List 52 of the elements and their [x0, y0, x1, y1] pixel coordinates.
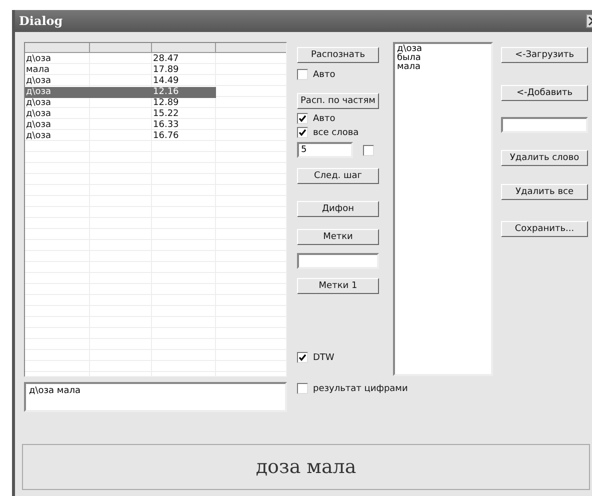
action-button[interactable]: Метки 1	[297, 278, 379, 294]
table-cell[interactable]: д\оза	[25, 120, 90, 131]
column-header[interactable]	[25, 43, 90, 53]
action-button[interactable]: <-Загрузить	[501, 47, 588, 63]
table-cell[interactable]: д\оза	[25, 131, 90, 142]
checkbox[interactable]	[297, 113, 308, 124]
action-button[interactable]: Метки	[297, 229, 379, 245]
result-field[interactable]: д\оза мала	[24, 382, 287, 412]
action-button[interactable]: <-Добавить	[501, 85, 588, 101]
list-item[interactable]: мала	[397, 63, 489, 72]
table-cell[interactable]: 16.33	[152, 120, 216, 131]
checkbox-label: все слова	[313, 128, 359, 138]
checkbox[interactable]	[297, 352, 308, 363]
checkbox-label: DTW	[313, 352, 334, 362]
action-button[interactable]: Распознать	[297, 47, 379, 63]
checkbox-label: результат цифрами	[313, 384, 408, 394]
table-cell[interactable]: д\оза	[25, 109, 90, 120]
checkbox-label: Авто	[313, 70, 336, 80]
action-button[interactable]: Дифон	[297, 201, 379, 217]
table-cell[interactable]: 14.49	[152, 76, 216, 87]
action-button[interactable]: След. шаг	[297, 168, 379, 184]
action-button[interactable]: Удалить все	[501, 184, 588, 200]
column-header[interactable]	[152, 43, 216, 53]
table-cell[interactable]: 12.89	[152, 98, 216, 109]
window-title: Dialog	[19, 14, 63, 28]
column-header[interactable]	[90, 43, 152, 53]
checkbox[interactable]	[297, 383, 308, 394]
table-cell[interactable]: д\оза	[25, 54, 90, 65]
table-cell[interactable]: д\оза	[25, 87, 90, 98]
table-cell[interactable]: д\оза	[25, 76, 90, 87]
action-button[interactable]: Расп. по частям	[297, 93, 379, 109]
column-header[interactable]	[216, 43, 286, 53]
list-item[interactable]: д\оза	[397, 45, 489, 54]
table-cell[interactable]: 15.22	[152, 109, 216, 120]
check-icon	[299, 354, 306, 361]
checkbox[interactable]	[297, 127, 308, 138]
text-field[interactable]	[501, 117, 588, 133]
action-button[interactable]: Удалить слово	[501, 150, 588, 166]
recognized-text: доза мала	[256, 456, 356, 478]
text-field[interactable]	[297, 253, 379, 269]
table-cell[interactable]: 16.76	[152, 131, 216, 142]
table-cell[interactable]: 12.16	[152, 87, 216, 98]
table-cell[interactable]: д\оза	[25, 98, 90, 109]
number-field[interactable]: 5	[297, 142, 353, 158]
action-button[interactable]: Сохранить...	[501, 221, 588, 237]
checkbox-label: Авто	[313, 114, 336, 124]
list-item[interactable]: была	[397, 54, 489, 63]
table-cell[interactable]: 17.89	[152, 65, 216, 76]
table-cell[interactable]: мала	[25, 65, 90, 76]
table-cell[interactable]: 28.47	[152, 54, 216, 65]
checkbox[interactable]	[363, 144, 374, 156]
checkbox[interactable]	[297, 69, 308, 80]
